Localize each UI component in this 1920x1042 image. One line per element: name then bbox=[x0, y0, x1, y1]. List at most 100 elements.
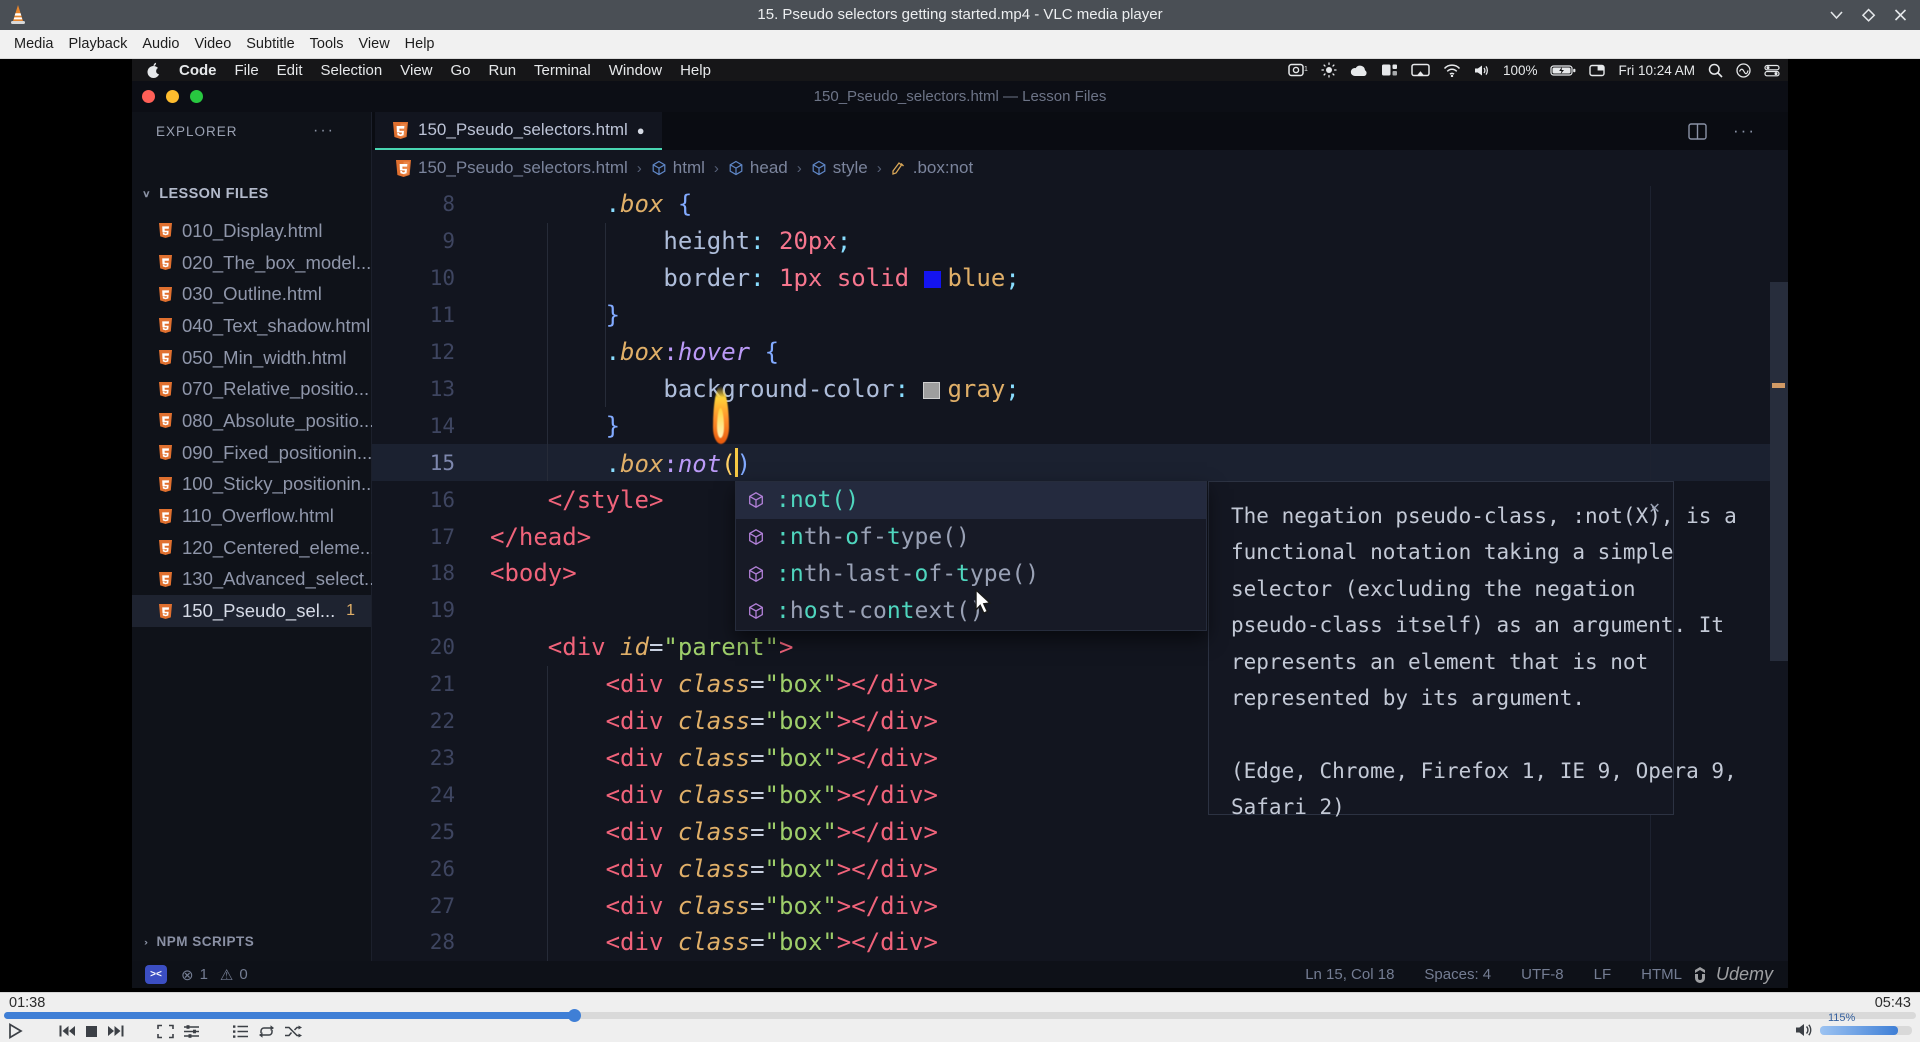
suggest-item[interactable]: :not() bbox=[736, 482, 1206, 519]
code-line-28[interactable]: 28 <div class="box"></div> bbox=[372, 924, 1788, 961]
file-item[interactable]: 050_Min_width.html bbox=[132, 342, 371, 374]
macos-menu-terminal[interactable]: Terminal bbox=[534, 62, 591, 79]
battery-charging-icon[interactable] bbox=[1550, 64, 1576, 77]
shuffle-icon[interactable] bbox=[284, 1024, 302, 1039]
code-line-9[interactable]: 9 height: 20px; bbox=[372, 223, 1788, 260]
remote-indicator[interactable]: >< bbox=[145, 965, 167, 984]
file-item[interactable]: 030_Outline.html bbox=[132, 278, 371, 310]
code-line-26[interactable]: 26 <div class="box"></div> bbox=[372, 850, 1788, 887]
statusbar-item[interactable]: Spaces: 4 bbox=[1424, 966, 1491, 983]
vlc-menu-subtitle[interactable]: Subtitle bbox=[244, 34, 296, 54]
file-item[interactable]: 100_Sticky_positionin... bbox=[132, 469, 376, 501]
file-item[interactable]: 020_The_box_model.... bbox=[132, 247, 376, 279]
vlc-menu-playback[interactable]: Playback bbox=[67, 34, 130, 54]
file-item[interactable]: 090_Fixed_positionin... bbox=[132, 437, 372, 469]
cloud-icon[interactable] bbox=[1350, 64, 1368, 77]
vlc-menu-audio[interactable]: Audio bbox=[140, 34, 181, 54]
split-editor-icon[interactable] bbox=[1688, 122, 1707, 140]
macos-menu-file[interactable]: File bbox=[235, 62, 259, 79]
breadcrumb-item[interactable]: 150_Pseudo_selectors.html bbox=[395, 158, 628, 178]
screen-mirroring-icon[interactable] bbox=[1411, 63, 1430, 77]
file-item[interactable]: 130_Advanced_select... bbox=[132, 564, 379, 596]
stage-manager-icon[interactable] bbox=[1381, 63, 1398, 77]
breadcrumb-item[interactable]: html bbox=[651, 158, 705, 178]
vlc-menu-view[interactable]: View bbox=[357, 34, 392, 54]
seek-bar[interactable] bbox=[4, 1009, 1916, 1022]
modified-dot-icon[interactable]: ● bbox=[637, 123, 645, 138]
extended-settings-icon[interactable] bbox=[183, 1024, 200, 1039]
file-item[interactable]: 110_Overflow.html bbox=[132, 500, 371, 532]
close-icon[interactable] bbox=[1893, 8, 1908, 22]
loop-icon[interactable] bbox=[258, 1024, 275, 1039]
problems-indicator[interactable]: ⊗ 1 ⚠ 0 bbox=[181, 966, 248, 984]
code-line-27[interactable]: 27 <div class="box"></div> bbox=[372, 887, 1788, 924]
video-frame[interactable]: Code File Edit Selection View Go Run Terminal Wi… bbox=[0, 59, 1920, 992]
macos-menu-code[interactable]: Code bbox=[179, 62, 217, 79]
previous-icon[interactable] bbox=[58, 1024, 76, 1038]
macos-menu-go[interactable]: Go bbox=[451, 62, 471, 79]
statusbar-item[interactable]: Ln 15, Col 18 bbox=[1305, 966, 1394, 983]
breadcrumb-item[interactable]: .box:not bbox=[891, 158, 973, 178]
window-icon[interactable] bbox=[1589, 64, 1606, 77]
stop-icon[interactable] bbox=[85, 1025, 98, 1038]
file-item[interactable]: 040_Text_shadow.html bbox=[132, 310, 371, 342]
vlc-menu-media[interactable]: Media bbox=[12, 34, 56, 54]
statusbar-item[interactable]: LF bbox=[1594, 966, 1612, 983]
macos-menu-edit[interactable]: Edit bbox=[277, 62, 303, 79]
close-traffic-light[interactable] bbox=[142, 90, 155, 103]
seek-handle[interactable] bbox=[567, 1009, 581, 1022]
section-lesson-files[interactable]: ∨ LESSON FILES bbox=[132, 186, 269, 202]
next-icon[interactable] bbox=[107, 1024, 125, 1038]
file-item[interactable]: 120_Centered_eleme... bbox=[132, 532, 375, 564]
minimize-traffic-light[interactable] bbox=[166, 90, 179, 103]
fullscreen-icon[interactable] bbox=[157, 1024, 174, 1039]
breadcrumb-item[interactable]: head bbox=[728, 158, 788, 178]
code-line-14[interactable]: 14 } bbox=[372, 407, 1788, 444]
code-line-12[interactable]: 12 .box:hover { bbox=[372, 334, 1788, 371]
statusbar-item[interactable]: HTML bbox=[1641, 966, 1682, 983]
volume-slider[interactable]: 115% bbox=[1820, 1012, 1912, 1035]
wifi-icon[interactable] bbox=[1443, 63, 1461, 77]
vlc-menu-help[interactable]: Help bbox=[403, 34, 437, 54]
playlist-icon[interactable] bbox=[232, 1024, 249, 1039]
play-icon[interactable] bbox=[6, 1022, 26, 1040]
code-line-13[interactable]: 13 background-color: gray; bbox=[372, 371, 1788, 408]
vlc-menu-tools[interactable]: Tools bbox=[308, 34, 346, 54]
tab-150-pseudo-selectors[interactable]: 150_Pseudo_selectors.html ● bbox=[375, 112, 662, 150]
volume-icon[interactable] bbox=[1474, 64, 1490, 77]
close-icon[interactable]: ✕ bbox=[1649, 490, 1660, 526]
minimize-icon[interactable] bbox=[1829, 8, 1844, 22]
file-item[interactable]: 080_Absolute_positio... bbox=[132, 405, 374, 437]
code-line-8[interactable]: 8 .box { bbox=[372, 186, 1788, 223]
code-line-10[interactable]: 10 border: 1px solid blue; bbox=[372, 260, 1788, 297]
speaker-icon[interactable] bbox=[1795, 1022, 1813, 1038]
brightness-icon[interactable] bbox=[1321, 62, 1337, 78]
scrollbar-thumb[interactable] bbox=[1770, 282, 1788, 661]
vlc-menu-video[interactable]: Video bbox=[192, 34, 233, 54]
code-area[interactable]: 28 <div class="box"></div> 27 <div class=… bbox=[372, 186, 1788, 961]
search-icon[interactable] bbox=[1708, 63, 1723, 78]
code-line-15[interactable]: 15 .box:not() bbox=[372, 444, 1788, 482]
suggest-item[interactable]: :nth-last-of-type() bbox=[736, 556, 1206, 593]
volume-control[interactable]: 115% bbox=[1795, 1012, 1912, 1038]
macos-menu-help[interactable]: Help bbox=[680, 62, 711, 79]
suggest-item[interactable]: :host-context() bbox=[736, 593, 1206, 630]
section-npm-scripts[interactable]: › NPM SCRIPTS bbox=[132, 934, 254, 949]
more-actions-icon[interactable]: ··· bbox=[1733, 121, 1756, 141]
file-item[interactable]: 150_Pseudo_sel... 1 bbox=[132, 595, 371, 627]
file-item[interactable]: 070_Relative_positio... bbox=[132, 373, 371, 405]
maximize-icon[interactable] bbox=[1861, 8, 1876, 22]
statusbar-item[interactable]: UTF-8 bbox=[1521, 966, 1564, 983]
suggest-item[interactable]: :nth-of-type() bbox=[736, 519, 1206, 556]
code-line-11[interactable]: 11 } bbox=[372, 297, 1788, 334]
explorer-actions-icon[interactable]: ··· bbox=[313, 122, 371, 140]
control-center-icon[interactable] bbox=[1764, 64, 1780, 77]
maximize-traffic-light[interactable] bbox=[190, 90, 203, 103]
screen-record-icon[interactable]: 1 bbox=[1288, 63, 1308, 77]
siri-icon[interactable] bbox=[1736, 62, 1751, 78]
macos-menu-run[interactable]: Run bbox=[489, 62, 517, 79]
file-item[interactable]: 010_Display.html bbox=[132, 215, 371, 247]
breadcrumb-item[interactable]: style bbox=[811, 158, 868, 178]
macos-menu-window[interactable]: Window bbox=[609, 62, 662, 79]
macos-menu-selection[interactable]: Selection bbox=[321, 62, 383, 79]
